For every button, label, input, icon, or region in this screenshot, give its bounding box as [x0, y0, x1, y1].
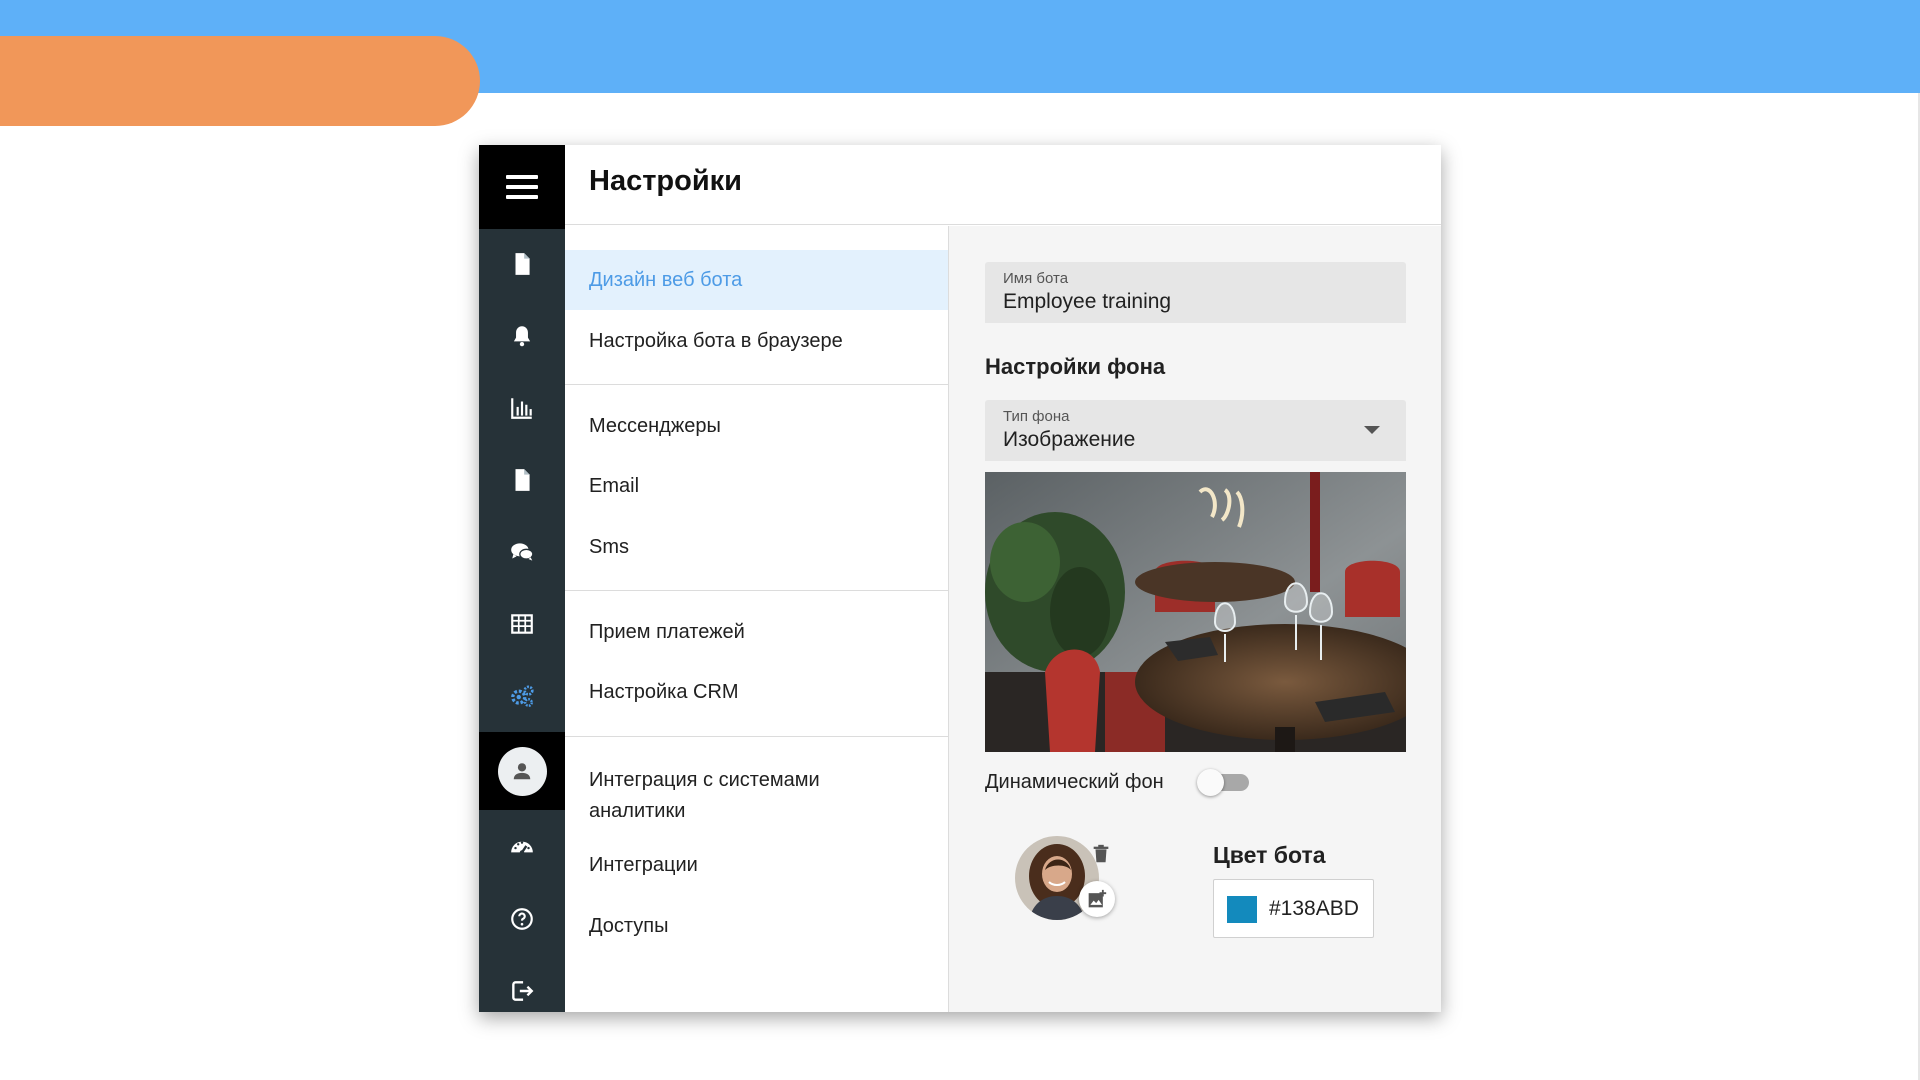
- hamburger-menu-icon: [506, 175, 538, 199]
- design-panel: Имя бота Employee training Настройки фон…: [949, 226, 1441, 1012]
- help-circle-icon: [511, 908, 533, 930]
- page-header: Настройки: [565, 145, 1441, 225]
- toggle-knob: [1197, 769, 1224, 796]
- bot-color-title: Цвет бота: [1213, 842, 1326, 868]
- bot-name-value[interactable]: Employee training: [1003, 290, 1171, 314]
- nav-analytics-button[interactable]: [479, 383, 565, 433]
- add-photo-icon: [1088, 889, 1107, 908]
- page-title: Настройки: [589, 165, 743, 197]
- nav-profile-button[interactable]: [479, 732, 565, 810]
- nav-dashboard-button[interactable]: [479, 822, 565, 872]
- user-icon: [513, 763, 531, 780]
- bar-chart-icon: [511, 398, 532, 419]
- settings-menu: Дизайн веб бота Настройка бота в браузер…: [565, 226, 949, 1012]
- nav-logout-button[interactable]: [479, 966, 565, 1012]
- app-window: Настройки Дизайн веб бота Настройка бота…: [479, 145, 1441, 1012]
- menu-item-payments[interactable]: Прием платежей: [565, 602, 948, 662]
- add-photo-button[interactable]: [1079, 881, 1115, 917]
- orange-decorative-pill: [0, 36, 480, 126]
- background-type-select[interactable]: Тип фона Изображение: [985, 400, 1406, 461]
- table-icon: [511, 614, 533, 634]
- menu-item-web-bot-design[interactable]: Дизайн веб бота: [565, 250, 948, 310]
- bot-color-picker[interactable]: #138ABD: [1213, 879, 1374, 938]
- nav-notifications-button[interactable]: [479, 311, 565, 361]
- bell-icon: [513, 326, 531, 347]
- document-icon: [515, 253, 530, 275]
- chat-bubbles-icon: [511, 543, 534, 561]
- menu-item-analytics-integration[interactable]: Интеграция с системами аналитики: [565, 754, 865, 838]
- nav-chats-button[interactable]: [479, 527, 565, 577]
- color-swatch: [1227, 896, 1257, 923]
- bot-name-field[interactable]: Имя бота Employee training: [985, 262, 1406, 323]
- menu-item-sms[interactable]: Sms: [565, 517, 948, 577]
- bot-name-label: Имя бота: [1003, 270, 1069, 287]
- restaurant-photo: [985, 472, 1406, 752]
- menu-item-browser-bot-settings[interactable]: Настройка бота в браузере: [565, 311, 948, 371]
- menu-item-crm-settings[interactable]: Настройка CRM: [565, 662, 948, 722]
- menu-item-access[interactable]: Доступы: [565, 896, 948, 956]
- avatar: [497, 746, 547, 796]
- nav-settings-button[interactable]: [479, 671, 565, 721]
- dynamic-background-toggle[interactable]: [1197, 767, 1251, 797]
- hamburger-menu-button[interactable]: [479, 145, 565, 229]
- menu-divider: [565, 384, 948, 385]
- nav-documents-button[interactable]: [479, 239, 565, 289]
- menu-item-email[interactable]: Email: [565, 456, 948, 516]
- menu-divider: [565, 590, 948, 591]
- color-hex-value: #138ABD: [1269, 897, 1359, 920]
- menu-item-integrations[interactable]: Интеграции: [565, 835, 948, 895]
- dropdown-arrow-icon[interactable]: [1364, 426, 1380, 434]
- speedometer-icon: [511, 841, 533, 855]
- background-type-value: Изображение: [1003, 428, 1136, 451]
- menu-item-messengers[interactable]: Мессенджеры: [565, 396, 948, 456]
- dynamic-background-label: Динамический фон: [985, 771, 1164, 793]
- logout-icon: [512, 981, 534, 1001]
- menu-divider: [565, 736, 948, 737]
- trash-icon[interactable]: [1090, 843, 1112, 865]
- nav-help-button[interactable]: [479, 894, 565, 944]
- file-icon: [515, 469, 530, 491]
- background-settings-title: Настройки фона: [985, 354, 1166, 379]
- nav-files-button[interactable]: [479, 455, 565, 505]
- nav-tables-button[interactable]: [479, 599, 565, 649]
- nav-rail: [479, 145, 565, 1012]
- background-type-label: Тип фона: [1003, 408, 1070, 425]
- background-image-preview[interactable]: [985, 472, 1406, 752]
- gears-icon: [511, 685, 534, 707]
